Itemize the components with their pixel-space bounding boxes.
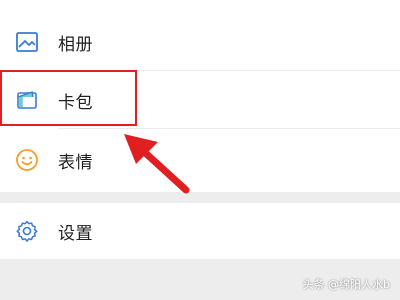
watermark: 头条 @绵阳人水b [302,278,390,291]
menu-item-cards[interactable]: 卡包 [0,72,400,128]
menu-group: 相册 卡包 表情 [0,0,400,192]
menu-item-settings-label: 设置 [58,223,93,244]
divider [58,128,400,129]
settings-page: 相册 卡包 表情 设置 头条 @绵阳人水b [0,0,400,300]
card-wallet-icon [14,87,40,113]
menu-item-album[interactable]: 相册 [0,14,400,70]
menu-item-stickers[interactable]: 表情 [0,132,400,188]
menu-item-stickers-label: 表情 [58,152,93,173]
settings-group: 设置 [0,203,400,259]
divider [58,70,400,71]
smiley-face-icon [14,147,40,173]
gear-icon [14,218,40,244]
photo-album-icon [14,29,40,55]
menu-item-settings[interactable]: 设置 [0,203,400,259]
menu-item-cards-label: 卡包 [58,92,93,113]
menu-item-album-label: 相册 [58,34,93,55]
